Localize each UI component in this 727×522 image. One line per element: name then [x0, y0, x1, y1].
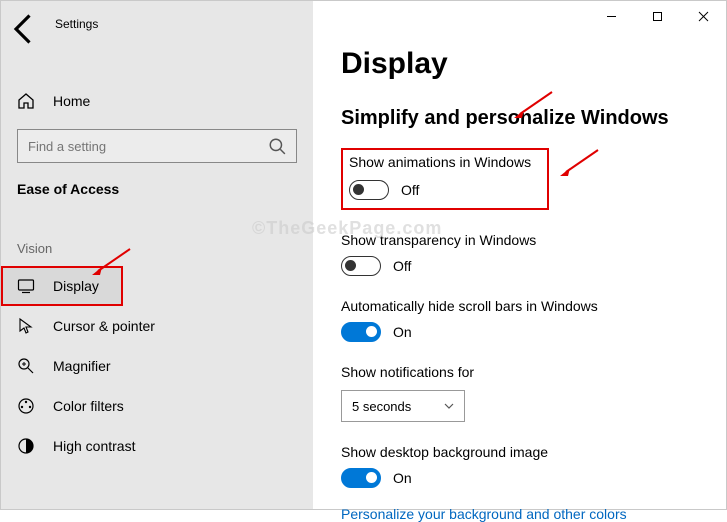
back-button[interactable]: [7, 15, 43, 43]
anim-state: Off: [401, 182, 419, 198]
highcontrast-icon: [17, 437, 35, 455]
notif-value: 5 seconds: [352, 399, 411, 414]
personalize-link[interactable]: Personalize your background and other co…: [341, 506, 726, 522]
magnifier-icon: [17, 357, 35, 375]
bg-label: Show desktop background image: [341, 444, 726, 460]
notif-label: Show notifications for: [341, 364, 726, 380]
annotation-arrow: [512, 90, 554, 123]
cursor-label: Cursor & pointer: [53, 318, 155, 334]
search-box[interactable]: [17, 129, 297, 163]
notif-dropdown[interactable]: 5 seconds: [341, 390, 465, 422]
minimize-button[interactable]: [588, 1, 634, 31]
scroll-label: Automatically hide scroll bars in Window…: [341, 298, 726, 314]
home-label: Home: [53, 93, 90, 109]
highcontrast-label: High contrast: [53, 438, 135, 454]
chevron-down-icon: [444, 401, 454, 411]
sidebar-item-cursor[interactable]: Cursor & pointer: [1, 306, 313, 346]
annotation-arrow: [558, 148, 600, 181]
annotation-arrow: [90, 247, 132, 280]
sidebar-item-colorfilters[interactable]: Color filters: [1, 386, 313, 426]
anim-label: Show animations in Windows: [349, 154, 541, 170]
search-icon: [268, 137, 286, 155]
bg-state: On: [393, 470, 412, 486]
colorfilters-icon: [17, 397, 35, 415]
content: Display Simplify and personalize Windows…: [313, 1, 726, 509]
magnifier-label: Magnifier: [53, 358, 111, 374]
search-input[interactable]: [28, 139, 248, 154]
titlebar: [588, 1, 726, 31]
cursor-icon: [17, 317, 35, 335]
trans-label: Show transparency in Windows: [341, 232, 726, 248]
maximize-button[interactable]: [634, 1, 680, 31]
sidebar-item-highcontrast[interactable]: High contrast: [1, 426, 313, 466]
bg-toggle[interactable]: [341, 468, 381, 488]
group-vision: Vision: [1, 205, 313, 266]
app-title: Settings: [55, 17, 98, 31]
highlight-animations: Show animations in Windows Off: [341, 148, 549, 210]
close-button[interactable]: [680, 1, 726, 31]
scroll-toggle[interactable]: [341, 322, 381, 342]
section-title: Ease of Access: [1, 163, 313, 205]
trans-state: Off: [393, 258, 411, 274]
sidebar-item-home[interactable]: Home: [1, 83, 313, 119]
display-label: Display: [53, 278, 99, 294]
sidebar-item-magnifier[interactable]: Magnifier: [1, 346, 313, 386]
sidebar: Settings Home Ease of Access Vision Disp…: [1, 1, 313, 509]
trans-toggle[interactable]: [341, 256, 381, 276]
page-title: Display: [341, 47, 726, 81]
scroll-state: On: [393, 324, 412, 340]
anim-toggle[interactable]: [349, 180, 389, 200]
monitor-icon: [17, 277, 35, 295]
colorfilters-label: Color filters: [53, 398, 124, 414]
home-icon: [17, 92, 35, 110]
